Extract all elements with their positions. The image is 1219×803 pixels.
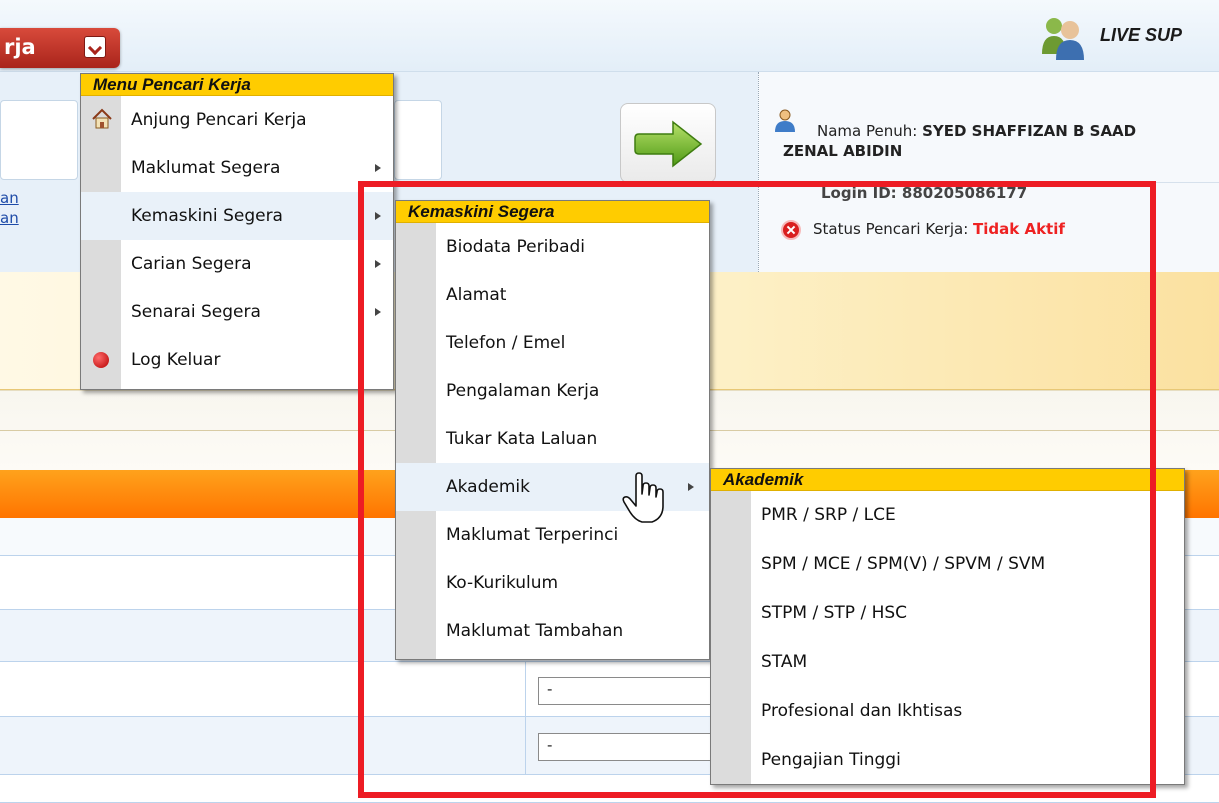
menu-item-label: Log Keluar (131, 350, 221, 370)
home-icon (92, 108, 112, 129)
logout-dot-icon (93, 352, 109, 368)
live-support-label[interactable]: LIVE SUP (1100, 25, 1182, 46)
menu-item-kemaskini-segera[interactable]: Kemaskini Segera (81, 192, 393, 240)
menu-item-label: Carian Segera (131, 254, 252, 274)
live-support-icon[interactable] (1038, 14, 1086, 60)
highlight-frame (358, 181, 1156, 798)
top-bar: rja LIVE SUP (0, 0, 1219, 72)
menu-item-label: Kemaskini Segera (131, 206, 283, 226)
go-button[interactable] (620, 103, 716, 183)
submenu-arrow-icon (375, 164, 381, 172)
user-icon (775, 109, 795, 132)
menu-item-senarai-segera[interactable]: Senarai Segera (81, 288, 393, 336)
menu-header: Menu Pencari Kerja (81, 74, 393, 96)
menu-item-label: Senarai Segera (131, 302, 261, 322)
arrow-right-icon (634, 120, 703, 168)
page-title: rja (4, 35, 36, 59)
menu-item-label: Anjung Pencari Kerja (131, 110, 307, 130)
job-seeker-menu: Menu Pencari Kerja Anjung Pencari Kerja … (80, 73, 394, 390)
input-box[interactable] (394, 100, 442, 180)
full-name-value: SYED SHAFFIZAN B SAAD (922, 122, 1137, 140)
menu-item-label: Maklumat Segera (131, 158, 281, 178)
full-name-row: Nama Penuh: SYED SHAFFIZAN B SAAD (817, 122, 1136, 140)
menu-item-anjung[interactable]: Anjung Pencari Kerja (81, 96, 393, 144)
left-link[interactable]: an (0, 208, 19, 228)
left-box (0, 100, 78, 180)
chevron-down-icon[interactable] (84, 36, 106, 58)
menu-item-maklumat-segera[interactable]: Maklumat Segera (81, 144, 393, 192)
full-name-continued: ZENAL ABIDIN (783, 142, 903, 160)
menu-item-log-keluar[interactable]: Log Keluar (81, 336, 393, 384)
menu-item-carian-segera[interactable]: Carian Segera (81, 240, 393, 288)
left-link[interactable]: an (0, 188, 19, 208)
full-name-label: Nama Penuh: (817, 122, 918, 140)
page-title-tab[interactable]: rja (0, 28, 120, 68)
left-links: an an (0, 188, 19, 228)
